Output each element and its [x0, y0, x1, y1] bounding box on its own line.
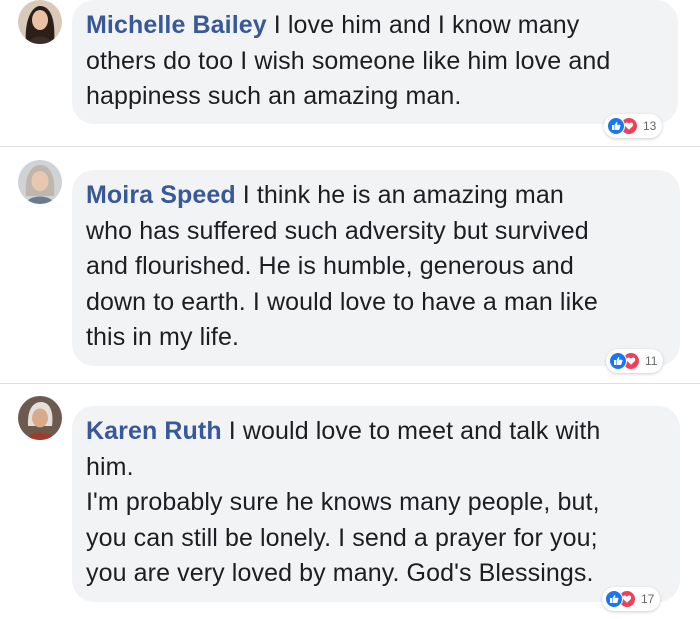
comment-line: down to earth. I would love to have a ma… — [86, 287, 598, 316]
divider — [0, 146, 700, 147]
comment-author[interactable]: Moira Speed — [86, 181, 236, 209]
comment-line: this in my life. — [86, 323, 240, 351]
comment-line: you can still be lonely. I send a prayer… — [86, 523, 598, 552]
reaction-count: 13 — [643, 119, 657, 133]
like-icon — [609, 352, 627, 370]
comment-text: I think he is an amazing man — [235, 181, 564, 209]
comment-line: him. — [86, 452, 134, 481]
divider — [0, 383, 700, 384]
avatar[interactable] — [18, 0, 62, 44]
avatar[interactable] — [18, 396, 62, 440]
comment-line: Michelle Bailey I love him and I know ma… — [86, 8, 664, 44]
comment-bubble: Karen Ruth I would love to meet and talk… — [72, 406, 680, 602]
comment-line: who has suffered such adversity but surv… — [86, 216, 589, 245]
comment-line: Moira Speed I think he is an amazing man — [86, 178, 666, 214]
like-icon — [607, 117, 625, 135]
like-icon — [605, 590, 623, 608]
reaction-count: 17 — [641, 592, 655, 606]
comment-bubble: Michelle Bailey I love him and I know ma… — [72, 0, 678, 124]
comment-line: happiness such an amazing man. — [86, 82, 462, 110]
comment-bubble: Moira Speed I think he is an amazing man… — [72, 170, 680, 366]
reaction-summary[interactable]: 11 — [606, 349, 664, 373]
comment-text: I love him and I know many — [266, 11, 580, 39]
comment-author[interactable]: Karen Ruth — [86, 417, 222, 445]
reaction-count: 11 — [645, 354, 658, 368]
avatar[interactable] — [18, 160, 62, 204]
comment-line: others do too I wish someone like him lo… — [86, 46, 611, 75]
reaction-summary[interactable]: 17 — [602, 587, 661, 611]
comment-line: I'm probably sure he knows many people, … — [86, 488, 600, 516]
comment-author[interactable]: Michelle Bailey — [86, 11, 267, 39]
comment-list: Michelle Bailey I love him and I know ma… — [0, 0, 700, 619]
comment-line: you are very loved by many. God's Blessi… — [86, 559, 594, 587]
reaction-summary[interactable]: 13 — [604, 114, 663, 138]
comment-line: Karen Ruth I would love to meet and talk… — [86, 414, 666, 450]
comment-text: I would love to meet and talk with — [221, 417, 601, 445]
comment-line: and flourished. He is humble, generous a… — [86, 252, 574, 280]
